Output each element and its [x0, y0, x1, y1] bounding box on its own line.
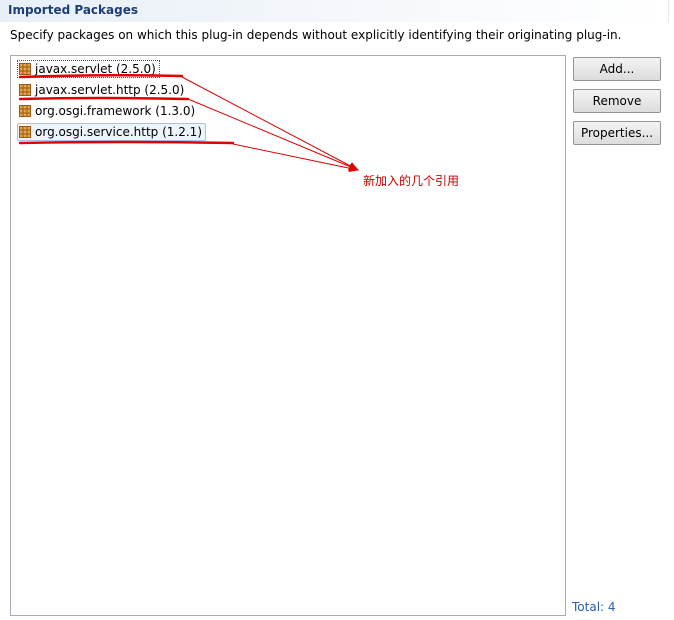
annotation-text: 新加入的几个引用 [363, 174, 460, 188]
section-header: Imported Packages [0, 0, 669, 22]
list-item-javax-servlet-http[interactable]: javax.servlet.http (2.5.0) [17, 80, 188, 100]
remove-button[interactable]: Remove [573, 89, 661, 113]
list-item-org-osgi-framework[interactable]: org.osgi.framework (1.3.0) [17, 101, 199, 121]
list-item-label-wrap: org.osgi.framework (1.3.0) [17, 102, 199, 120]
section-title: Imported Packages [8, 3, 138, 17]
list-item-label-wrap: javax.servlet.http (2.5.0) [17, 81, 188, 99]
package-icon [19, 63, 31, 75]
properties-button[interactable]: Properties... [573, 121, 661, 145]
total-count: Total: 4 [572, 600, 616, 614]
imported-packages-page: Imported Packages Specify packages on wh… [0, 0, 674, 620]
add-button[interactable]: Add... [573, 57, 661, 81]
list-item-label-wrap: org.osgi.service.http (1.2.1) [17, 123, 206, 141]
package-icon [19, 126, 31, 138]
package-label: org.osgi.service.http (1.2.1) [35, 125, 202, 139]
list-item-label-wrap: javax.servlet (2.5.0) [17, 60, 160, 78]
package-label: org.osgi.framework (1.3.0) [35, 104, 196, 118]
section-description: Specify packages on which this plug-in d… [10, 28, 622, 42]
list-item-org-osgi-service-http[interactable]: org.osgi.service.http (1.2.1) [17, 122, 206, 142]
package-icon [19, 84, 31, 96]
list-item-javax-servlet[interactable]: javax.servlet (2.5.0) [17, 59, 160, 79]
package-label: javax.servlet.http (2.5.0) [35, 83, 185, 97]
package-label: javax.servlet (2.5.0) [35, 62, 156, 76]
package-icon [19, 105, 31, 117]
imported-packages-list[interactable]: javax.servlet (2.5.0) javax.servlet.http… [10, 55, 566, 616]
